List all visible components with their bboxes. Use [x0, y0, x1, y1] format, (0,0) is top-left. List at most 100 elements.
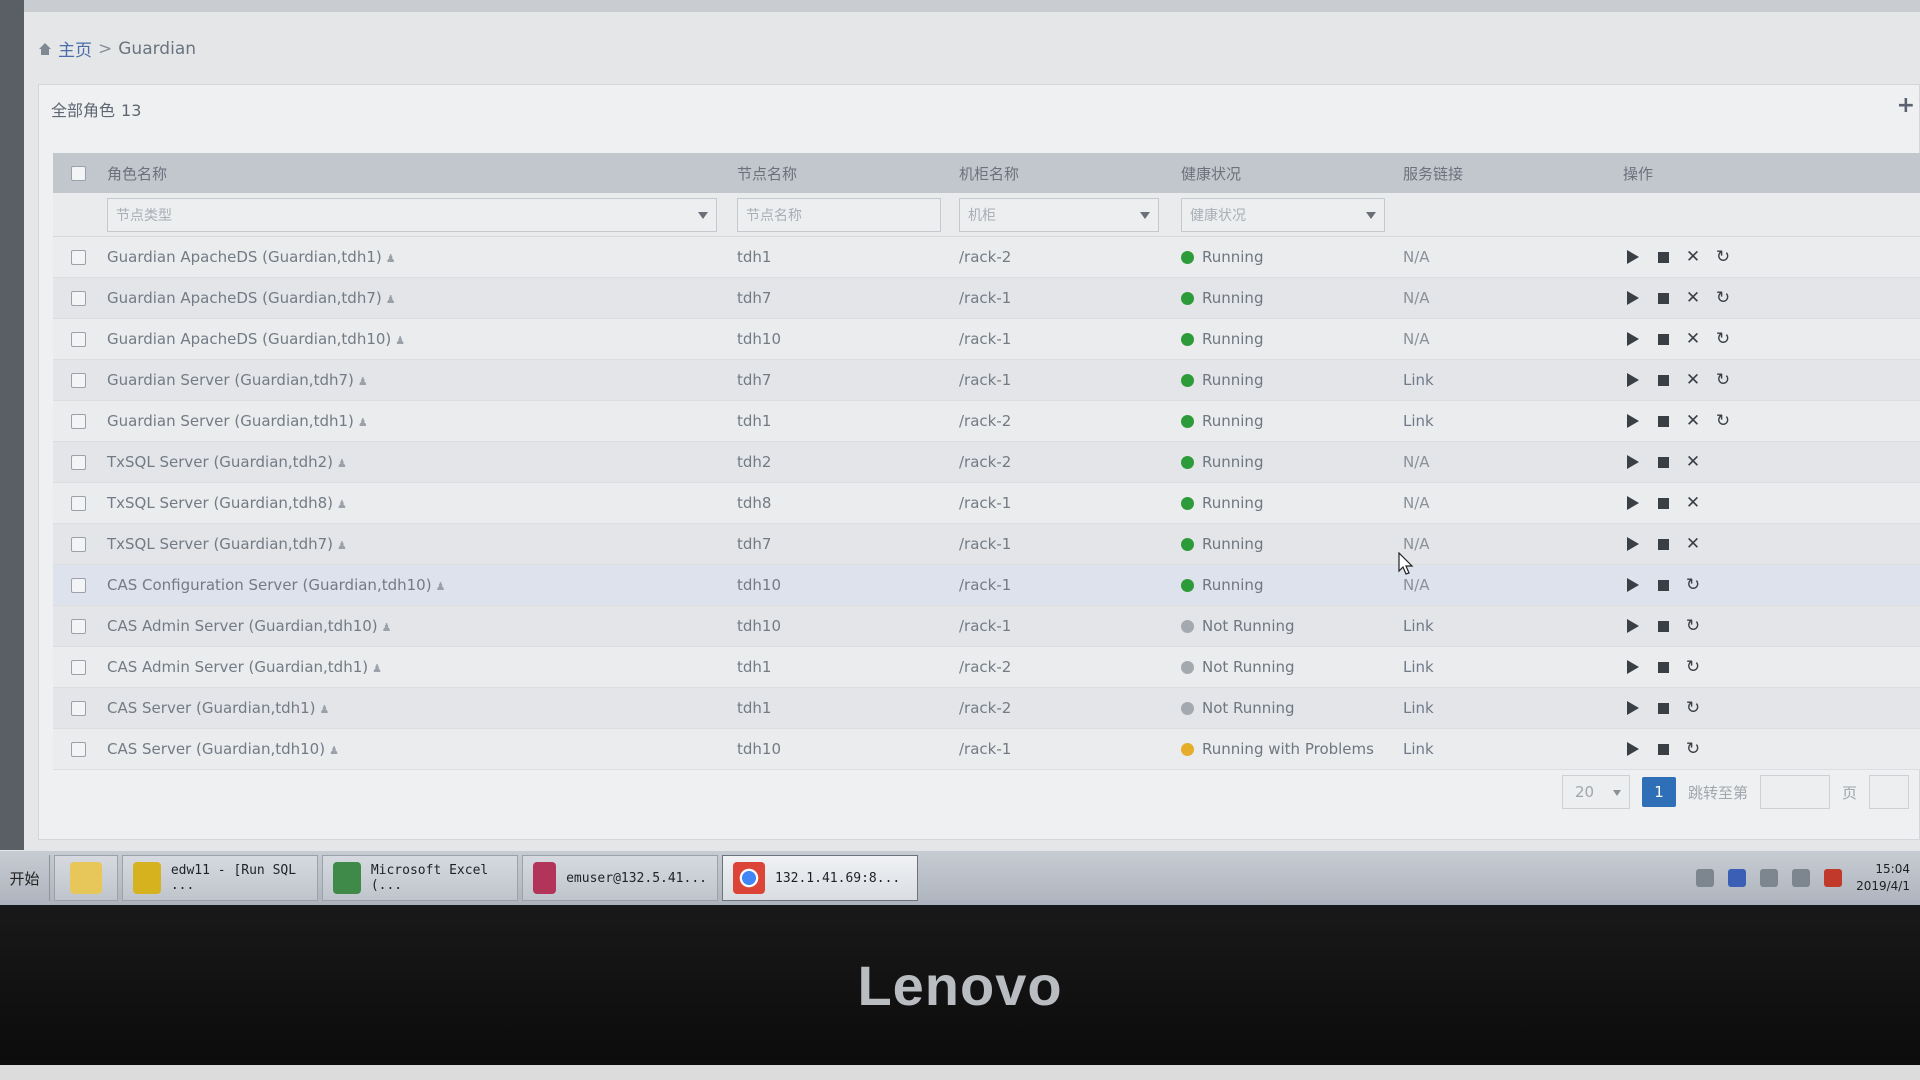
add-icon[interactable]: +	[1897, 93, 1915, 118]
delete-icon[interactable]: ✕	[1683, 329, 1703, 349]
stop-icon[interactable]	[1653, 493, 1673, 513]
stop-icon[interactable]	[1653, 288, 1673, 308]
role-name[interactable]: Guardian Server (Guardian,tdh1)	[107, 412, 354, 430]
row-checkbox[interactable]	[70, 249, 86, 265]
stop-icon[interactable]	[1653, 370, 1673, 390]
row-checkbox[interactable]	[70, 454, 86, 470]
select-all-checkbox[interactable]	[70, 165, 86, 181]
delete-icon[interactable]: ✕	[1683, 493, 1703, 513]
row-checkbox[interactable]	[70, 413, 86, 429]
role-name[interactable]: CAS Server (Guardian,tdh10)	[107, 740, 325, 758]
start-button[interactable]: 开始	[0, 855, 50, 901]
stop-icon[interactable]	[1653, 452, 1673, 472]
page-size-select[interactable]: 20	[1561, 775, 1630, 809]
play-icon[interactable]	[1623, 698, 1643, 718]
stop-icon[interactable]	[1653, 411, 1673, 431]
row-checkbox[interactable]	[70, 331, 86, 347]
row-checkbox[interactable]	[70, 495, 86, 511]
rack-filter[interactable]: 机柜	[959, 197, 1159, 232]
keyboard-icon[interactable]	[1696, 869, 1715, 887]
play-icon[interactable]	[1623, 247, 1643, 267]
service-link[interactable]: Link	[1399, 371, 1619, 389]
breadcrumb-home-link[interactable]: 主页	[58, 36, 92, 61]
restart-icon[interactable]: ↻	[1683, 739, 1703, 759]
restart-icon[interactable]: ↻	[1713, 247, 1733, 267]
restart-icon[interactable]: ↻	[1713, 370, 1733, 390]
table-row[interactable]: Guardian Server (Guardian,tdh7) ♟ tdh7/rac…	[53, 360, 1920, 401]
table-row[interactable]: TxSQL Server (Guardian,tdh7) ♟ tdh7/rack-1…	[53, 524, 1920, 565]
table-row[interactable]: Guardian ApacheDS (Guardian,tdh1) ♟ tdh1/r…	[53, 237, 1920, 278]
stop-icon[interactable]	[1653, 739, 1673, 759]
play-icon[interactable]	[1623, 288, 1643, 308]
service-link[interactable]: Link	[1399, 412, 1619, 430]
restart-icon[interactable]: ↻	[1683, 616, 1703, 636]
restart-icon[interactable]: ↻	[1683, 575, 1703, 595]
taskbar-chrome[interactable]: 132.1.41.69:8...	[722, 855, 918, 901]
restart-icon[interactable]: ↻	[1713, 288, 1733, 308]
row-checkbox[interactable]	[70, 659, 86, 675]
play-icon[interactable]	[1623, 411, 1643, 431]
row-checkbox[interactable]	[70, 536, 86, 552]
delete-icon[interactable]: ✕	[1683, 370, 1703, 390]
service-link[interactable]: Link	[1399, 740, 1619, 758]
jump-page-input[interactable]	[1759, 775, 1830, 809]
row-checkbox[interactable]	[70, 741, 86, 757]
role-name[interactable]: TxSQL Server (Guardian,tdh7)	[107, 535, 333, 553]
delete-icon[interactable]: ✕	[1683, 534, 1703, 554]
row-checkbox[interactable]	[70, 618, 86, 634]
role-name[interactable]: Guardian ApacheDS (Guardian,tdh10)	[107, 330, 391, 348]
volume-icon[interactable]	[1824, 869, 1843, 887]
service-link[interactable]: Link	[1399, 658, 1619, 676]
play-icon[interactable]	[1623, 493, 1643, 513]
flag-icon[interactable]	[1792, 869, 1811, 887]
row-checkbox[interactable]	[70, 577, 86, 593]
role-name[interactable]: CAS Server (Guardian,tdh1)	[107, 699, 316, 717]
table-row[interactable]: CAS Admin Server (Guardian,tdh1) ♟ tdh1/ra…	[53, 647, 1920, 688]
taskbar-sql-tool[interactable]: edw11 - [Run SQL ...	[122, 855, 318, 901]
stop-icon[interactable]	[1653, 329, 1673, 349]
play-icon[interactable]	[1623, 370, 1643, 390]
delete-icon[interactable]: ✕	[1683, 288, 1703, 308]
role-name[interactable]: TxSQL Server (Guardian,tdh2)	[107, 453, 333, 471]
role-name[interactable]: Guardian ApacheDS (Guardian,tdh7)	[107, 289, 382, 307]
prev-page-button[interactable]	[1869, 775, 1909, 809]
play-icon[interactable]	[1623, 739, 1643, 759]
node-name-filter[interactable]: 节点名称	[737, 197, 941, 232]
stop-icon[interactable]	[1653, 534, 1673, 554]
taskbar-excel[interactable]: Microsoft Excel (...	[322, 855, 518, 901]
stop-icon[interactable]	[1653, 247, 1673, 267]
role-name[interactable]: Guardian Server (Guardian,tdh7)	[107, 371, 354, 389]
taskbar-folder[interactable]	[54, 855, 118, 901]
table-row[interactable]: CAS Configuration Server (Guardian,tdh10…	[53, 565, 1920, 606]
restart-icon[interactable]: ↻	[1713, 329, 1733, 349]
taskbar-database[interactable]: emuser@132.5.41...	[522, 855, 718, 901]
play-icon[interactable]	[1623, 329, 1643, 349]
stop-icon[interactable]	[1653, 657, 1673, 677]
clock[interactable]: 15:04 2019/4/1	[1856, 861, 1910, 895]
row-checkbox[interactable]	[70, 700, 86, 716]
stop-icon[interactable]	[1653, 698, 1673, 718]
health-filter[interactable]: 健康状况	[1181, 197, 1385, 232]
row-checkbox[interactable]	[70, 372, 86, 388]
play-icon[interactable]	[1623, 534, 1643, 554]
role-type-filter[interactable]: 节点类型	[107, 197, 717, 232]
table-row[interactable]: Guardian ApacheDS (Guardian,tdh7) ♟ tdh7/r…	[53, 278, 1920, 319]
row-checkbox[interactable]	[70, 290, 86, 306]
table-row[interactable]: CAS Admin Server (Guardian,tdh10) ♟ tdh10 /…	[53, 606, 1920, 647]
restart-icon[interactable]: ↻	[1713, 411, 1733, 431]
restart-icon[interactable]: ↻	[1683, 698, 1703, 718]
table-row[interactable]: TxSQL Server (Guardian,tdh8) ♟ tdh8/rack-1…	[53, 483, 1920, 524]
role-name[interactable]: Guardian ApacheDS (Guardian,tdh1)	[107, 248, 382, 266]
play-icon[interactable]	[1623, 452, 1643, 472]
service-link[interactable]: Link	[1399, 699, 1619, 717]
stop-icon[interactable]	[1653, 616, 1673, 636]
role-name[interactable]: CAS Admin Server (Guardian,tdh10)	[107, 617, 378, 635]
table-row[interactable]: Guardian Server (Guardian,tdh1) ♟ tdh1/rac…	[53, 401, 1920, 442]
table-row[interactable]: Guardian ApacheDS (Guardian,tdh10) ♟ tdh10…	[53, 319, 1920, 360]
role-name[interactable]: CAS Admin Server (Guardian,tdh1)	[107, 658, 368, 676]
delete-icon[interactable]: ✕	[1683, 247, 1703, 267]
current-page-button[interactable]: 1	[1641, 777, 1676, 807]
table-row[interactable]: CAS Server (Guardian,tdh1) ♟ tdh1/rack-2 No…	[53, 688, 1920, 729]
delete-icon[interactable]: ✕	[1683, 411, 1703, 431]
stop-icon[interactable]	[1653, 575, 1673, 595]
